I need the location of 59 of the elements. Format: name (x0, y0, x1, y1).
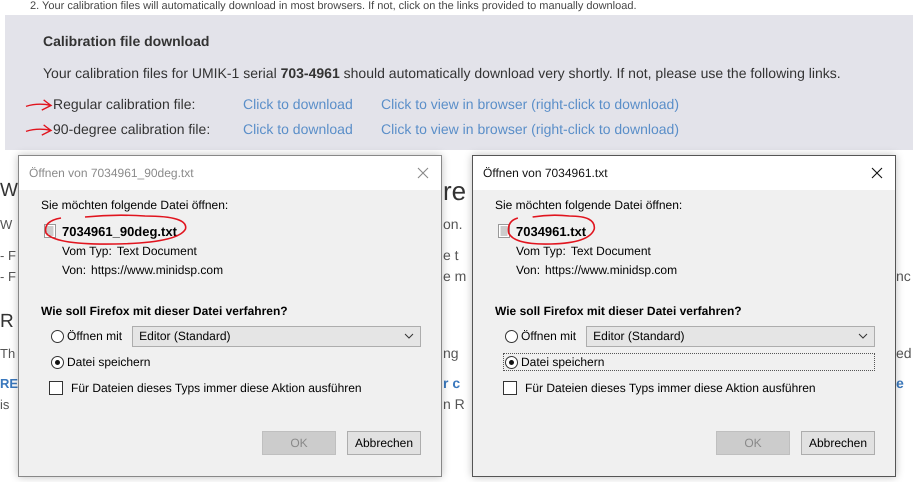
dialog-title: Öffnen von 7034961.txt (483, 166, 608, 180)
file-label: Regular calibration file: (53, 96, 196, 112)
page-text-fragment: e t (443, 247, 459, 263)
page-text-fragment: e m (443, 268, 466, 284)
checkbox-label[interactable]: Für Dateien dieses Typs immer diese Aktion ausführen (71, 381, 362, 395)
app-dropdown[interactable]: Editor (Standard) (132, 326, 421, 346)
caret-icon (858, 333, 868, 339)
page-text-fragment: is (0, 397, 10, 412)
prompt-text: Sie möchten folgende Datei öffnen: (495, 198, 684, 214)
dialog-button[interactable]: Abbrechen (801, 431, 875, 455)
page-text-fragment: nc (896, 268, 911, 284)
page-text-fragment: on. (443, 216, 462, 232)
page-text-fragment: W (0, 217, 12, 232)
dialog-button[interactable]: Abbrechen (347, 431, 421, 455)
page-text-fragment: r c (443, 375, 460, 391)
page-text-fragment: W (0, 180, 18, 201)
page-text-fragment: - F (0, 269, 16, 284)
radio-button[interactable] (505, 356, 518, 368)
source-label: Von: (62, 263, 86, 277)
checkbox-label[interactable]: Für Dateien dieses Typs immer diese Aktion ausführen (525, 381, 816, 395)
page-text-fragment: ng (443, 345, 459, 361)
app-dropdown[interactable]: Editor (Standard) (586, 326, 875, 346)
text-file-icon (498, 224, 510, 238)
page-text-fragment: RE (0, 376, 18, 391)
type-label: Vom Typ: (62, 244, 112, 258)
page-text-fragment: ed (896, 345, 912, 361)
prompt-text: Sie möchten folgende Datei öffnen: (41, 198, 230, 214)
option-label[interactable]: Öffnen mit (521, 329, 576, 343)
source-url: https://www.minidsp.com (91, 263, 224, 277)
question-text: Wie soll Firefox mit dieser Datei verfahren? (41, 304, 289, 318)
dialog-title: Öffnen von 7034961_90deg.txt (29, 166, 194, 180)
page-text-fragment: re (443, 176, 466, 206)
radio-button[interactable] (51, 330, 64, 342)
page-text-fragment: R (0, 311, 14, 332)
checkbox[interactable] (49, 381, 63, 395)
caret-icon (404, 333, 414, 339)
page-text-fragment: - F (0, 248, 16, 263)
option-label[interactable]: Datei speichern (67, 355, 150, 369)
intro-text: 2. Your calibration files will automatically download in most browsers. If not, click on the links provided to manually download. (29, 0, 638, 14)
page-text-fragment: Th (0, 346, 16, 361)
panel-title: Calibration file download (43, 33, 210, 49)
file-label: 90-degree calibration file: (53, 121, 212, 137)
radio-button[interactable] (51, 356, 64, 368)
close-icon[interactable] (871, 167, 883, 179)
file-name: 7034961.txt (516, 224, 586, 238)
radio-button[interactable] (505, 330, 518, 342)
page-text-fragment: n R (443, 396, 465, 412)
type-label: Vom Typ: (516, 244, 566, 258)
type-value: Text Document (116, 244, 197, 258)
page-text-fragment: e (896, 375, 904, 391)
file-name: 7034961_90deg.txt (62, 224, 177, 238)
source-label: Von: (516, 263, 540, 277)
type-value: Text Document (570, 244, 651, 258)
panel-text: Your calibration files for UMIK-1 serial 703-4961 should automatically download very shortly. If not, please use the following links. (43, 65, 842, 81)
checkbox[interactable] (503, 381, 517, 395)
option-label[interactable]: Öffnen mit (67, 329, 122, 343)
question-text: Wie soll Firefox mit dieser Datei verfahren? (495, 304, 743, 318)
option-label[interactable]: Datei speichern (521, 355, 604, 369)
source-url: https://www.minidsp.com (545, 263, 678, 277)
